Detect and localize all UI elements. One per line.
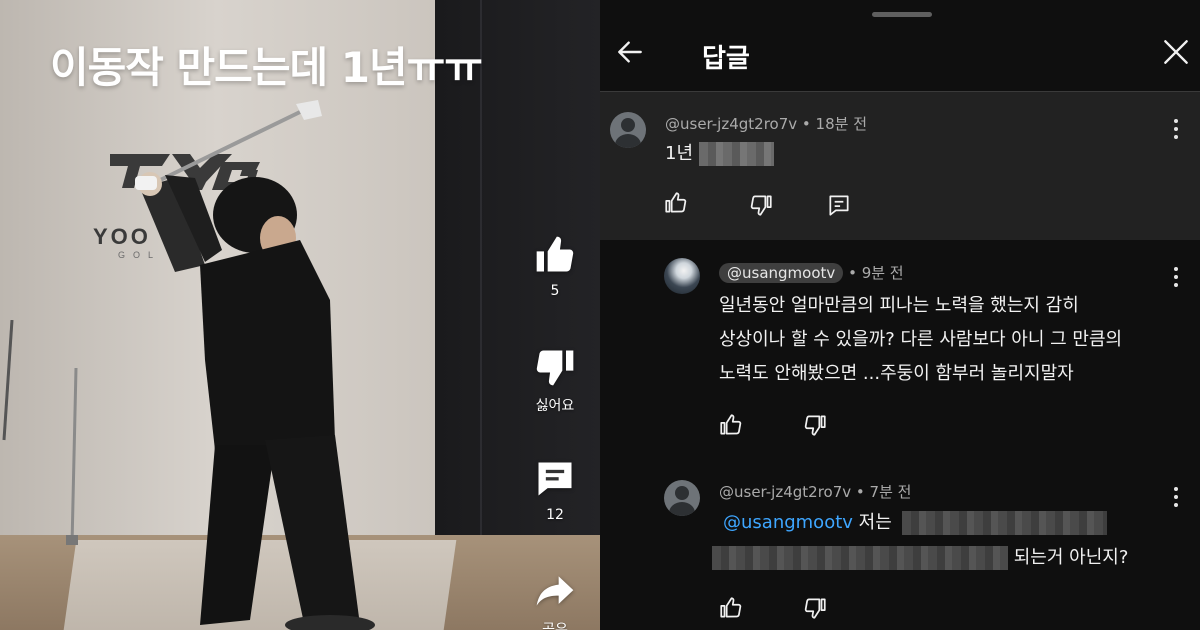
drag-handle[interactable] — [872, 12, 932, 17]
replies-panel: 답글 @user-jz4gt2ro7v • 18분 전 1년 @usangmoo… — [600, 0, 1200, 630]
comment-meta: @usangmootv • 9분 전 — [719, 262, 904, 283]
comment-meta: @user-jz4gt2ro7v • 18분 전 — [665, 113, 867, 134]
comment-text-line: 되는거 아닌지? — [712, 540, 1128, 576]
like-button[interactable]: 5 — [520, 233, 590, 299]
thumbs-up-icon — [536, 236, 574, 272]
meta-separator: • — [801, 115, 816, 133]
comment-text-fragment: 되는거 아닌지? — [1013, 547, 1129, 568]
video-player[interactable]: YOO GOL 이동작 만드는데 1년ㅠㅠ 5 싫어요 12 공유 — [0, 0, 600, 630]
avatar[interactable] — [664, 480, 700, 516]
back-arrow-icon[interactable] — [614, 36, 646, 68]
dislike-label: 싫어요 — [535, 398, 575, 414]
thumbs-up-icon[interactable] — [718, 595, 744, 621]
dislike-button[interactable]: 싫어요 — [520, 345, 590, 415]
avatar[interactable] — [664, 258, 700, 294]
video-overlay-title: 이동작 만드는데 1년ㅠㅠ — [50, 43, 483, 92]
thumbs-down-icon — [536, 350, 574, 386]
meta-separator: • — [855, 483, 870, 501]
comment-text-line: 상상이나 할 수 있을까? 다른 사람보다 아니 그 만큼의 — [719, 329, 1123, 350]
comment-time: 7분 전 — [869, 483, 912, 501]
share-icon — [536, 576, 574, 606]
avatar[interactable] — [610, 112, 646, 148]
comment-text-line: 노력도 안해봤으면 ...주둥이 함부러 놀리지말자 — [719, 363, 1074, 384]
comment-text: 1년 — [665, 136, 774, 172]
share-button[interactable]: 공유 — [520, 569, 590, 630]
comment-meta: @user-jz4gt2ro7v • 7분 전 — [719, 481, 911, 502]
comment-time: 18분 전 — [815, 115, 868, 133]
panel-header: 답글 — [600, 20, 1200, 92]
comment-time: 9분 전 — [861, 264, 904, 282]
comment-text-line: @usangmootv 저는 — [723, 505, 1107, 541]
panel-title: 답글 — [702, 44, 750, 74]
more-options-icon[interactable] — [1171, 267, 1181, 291]
comment-text-prefix: 1년 — [665, 143, 694, 164]
thumbs-up-icon[interactable] — [718, 412, 744, 438]
more-options-icon[interactable] — [1171, 119, 1181, 143]
comment-text-fragment: 저는 — [858, 512, 892, 533]
redacted-text — [901, 511, 1107, 535]
reply-icon[interactable] — [826, 192, 852, 218]
comment-count: 12 — [546, 507, 564, 523]
thumbs-up-icon[interactable] — [663, 190, 689, 216]
share-label: 공유 — [542, 622, 568, 630]
comment-author[interactable]: @user-jz4gt2ro7v — [719, 483, 851, 501]
comments-button[interactable]: 12 — [520, 457, 590, 523]
thumbs-down-icon[interactable] — [802, 412, 828, 438]
redacted-text — [712, 546, 1008, 570]
comment-author[interactable]: @usangmootv — [719, 263, 844, 283]
redacted-text — [698, 142, 774, 166]
thumbs-down-icon[interactable] — [748, 192, 774, 218]
thumbs-down-icon[interactable] — [802, 595, 828, 621]
comment-author[interactable]: @user-jz4gt2ro7v — [665, 115, 797, 133]
comment-text-line: 일년동안 얼마만큼의 피나는 노력을 했는지 감히 — [719, 295, 1079, 316]
like-count: 5 — [550, 283, 560, 299]
close-icon[interactable] — [1160, 36, 1192, 68]
parent-comment: @user-jz4gt2ro7v • 18분 전 1년 — [600, 92, 1200, 240]
comment-icon — [538, 462, 572, 496]
meta-separator: • — [848, 264, 862, 282]
mention-link[interactable]: @usangmootv — [723, 512, 853, 533]
more-options-icon[interactable] — [1171, 487, 1181, 511]
video-action-bar: 5 싫어요 12 공유 — [520, 0, 590, 630]
